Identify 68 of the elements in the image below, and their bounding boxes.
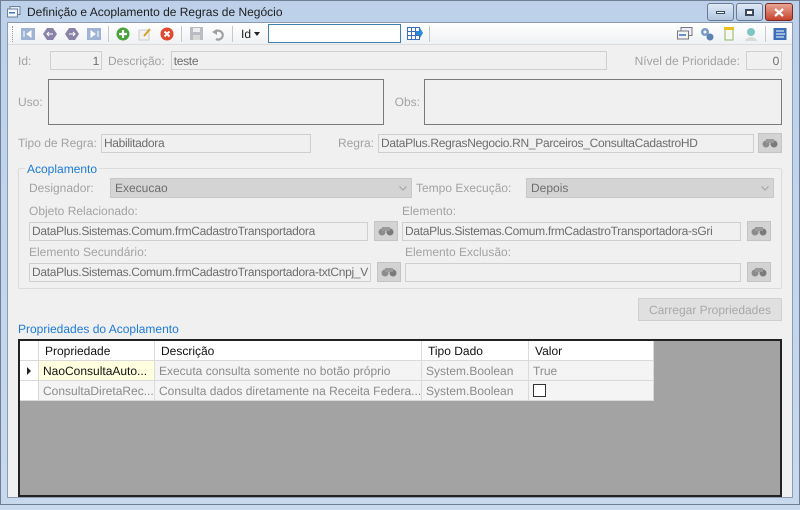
window-icon [7, 6, 21, 18]
edit-icon[interactable] [137, 26, 153, 42]
text-area[interactable] [424, 79, 782, 125]
text-field[interactable]: DataPlus.RegrasNegocio.RN_Parceiros_ConsultaCadastroHD [378, 134, 754, 152]
chevron-icon [761, 186, 769, 190]
binoculars-icon [380, 267, 397, 277]
save-icon[interactable] [188, 26, 204, 42]
window-title: Definição e Acoplamento de Regras de Negócio [27, 4, 284, 20]
field-label: Nível de Prioridade: [634, 52, 740, 70]
windows-icon[interactable] [677, 26, 693, 42]
person-icon[interactable] [743, 26, 759, 42]
field-label: Elemento: [402, 203, 458, 220]
close-icon [774, 8, 784, 16]
search-field[interactable] [268, 24, 402, 43]
dropdown[interactable]: Execucao [110, 178, 412, 198]
text-field[interactable]: 1 [50, 51, 102, 70]
first-icon[interactable] [20, 26, 36, 42]
field-label: Elemento Secundário: [29, 244, 148, 261]
field-label: Regra: [338, 135, 374, 152]
binoculars-icon [751, 226, 767, 236]
checkbox[interactable] [533, 384, 546, 397]
field-label: Elemento Exclusão: [404, 244, 512, 261]
field-label: Tempo Execução: [416, 180, 512, 197]
table-cell[interactable]: NaoConsultaAuto... [39, 361, 155, 381]
field-label: Descrição: [108, 52, 165, 70]
binoculars-button[interactable] [374, 221, 398, 241]
field-label: Tipo de Regra: [18, 135, 97, 152]
close-button[interactable] [765, 3, 793, 21]
maximize-button[interactable] [736, 3, 763, 21]
binoculars-button[interactable] [758, 133, 782, 153]
field-label: Id: [18, 52, 32, 70]
table-cell: Consulta dados diretamente na Receita Federa... [155, 381, 422, 401]
exit-icon[interactable] [772, 26, 788, 42]
section-title: Propriedades do Acoplamento [18, 321, 180, 338]
minimize-button[interactable] [707, 3, 734, 21]
binoculars-icon [378, 226, 394, 236]
field-label: Uso: [18, 94, 44, 111]
grid-export-icon[interactable] [407, 26, 424, 42]
text-field[interactable]: 0 [746, 51, 782, 70]
text-field[interactable]: Habilitadora [100, 134, 311, 152]
text-field[interactable] [404, 262, 741, 282]
table-cell[interactable]: ConsultaDiretaRec... [39, 381, 155, 401]
back-icon[interactable] [42, 26, 58, 42]
table-cell: System.Boolean [422, 381, 529, 401]
field-label: Objeto Relacionado: [29, 203, 139, 220]
search-by-dropdown[interactable]: Id [239, 24, 262, 42]
binoculars-button[interactable] [747, 262, 771, 282]
text-field[interactable]: DataPlus.Sistemas.Comum.frmCadastroTransportadora-txtCnpj_V [29, 262, 371, 282]
field-label: Obs: [394, 94, 420, 111]
binoculars-icon [751, 267, 767, 277]
dropdown[interactable]: Depois [526, 178, 774, 198]
caret-icon [254, 32, 260, 36]
text-field[interactable]: DataPlus.Sistemas.Comum.frmCadastroTransportadora-sGri [402, 222, 741, 240]
field-label: Designador: [29, 180, 95, 197]
gears-icon[interactable] [699, 26, 715, 42]
binoculars-button[interactable] [376, 262, 401, 282]
delete-icon[interactable] [159, 26, 175, 42]
text-area[interactable] [48, 79, 384, 125]
text-field[interactable]: DataPlus.Sistemas.Comum.frmCadastroTransportadora [29, 222, 368, 240]
forward-icon[interactable] [64, 26, 80, 42]
document-icon[interactable] [721, 26, 737, 42]
binoculars-button[interactable] [747, 221, 771, 241]
row-header[interactable] [20, 361, 39, 381]
add-icon[interactable] [115, 26, 131, 42]
last-icon[interactable] [86, 26, 102, 42]
binoculars-icon [762, 138, 778, 148]
text-field[interactable]: teste [170, 51, 607, 70]
chevron-icon [399, 186, 407, 190]
